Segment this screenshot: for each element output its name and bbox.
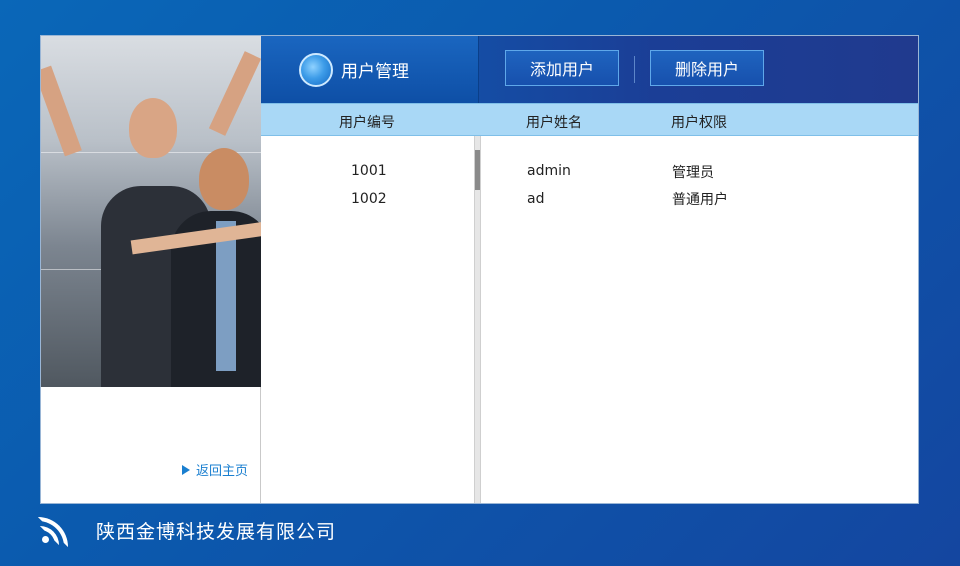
header-bar: 用户管理 添加用户 删除用户: [261, 36, 918, 103]
photo-figure: [216, 221, 236, 371]
column-header-id: 用户编号: [339, 115, 395, 131]
table-header: 用户编号 用户姓名 用户权限: [261, 103, 918, 136]
team-photo: [41, 36, 261, 387]
table-row-role[interactable]: 普通用户: [672, 189, 728, 209]
user-management-logo-icon: [299, 52, 333, 87]
back-home-link[interactable]: 返回主页: [181, 460, 248, 479]
table-row-id[interactable]: 1001: [351, 163, 387, 179]
column-header-role: 用户权限: [671, 115, 727, 131]
left-panel: 返回主页: [41, 36, 261, 503]
delete-user-button[interactable]: 删除用户: [650, 50, 764, 86]
page-title: 用户管理: [341, 62, 409, 82]
photo-figure: [208, 51, 261, 136]
column-header-name: 用户姓名: [526, 115, 582, 131]
footer: 陕西金博科技发展有限公司: [38, 512, 337, 548]
page-title-area: 用户管理: [261, 36, 479, 103]
signal-dot: [42, 536, 49, 543]
table-row-role[interactable]: 管理员: [672, 162, 714, 182]
table-row-id[interactable]: 1002: [351, 191, 387, 207]
play-arrow-icon: [181, 464, 190, 475]
company-name: 陕西金博科技发展有限公司: [96, 520, 337, 543]
photo-figure: [41, 65, 82, 157]
table-row-name[interactable]: admin: [527, 163, 571, 179]
add-user-button[interactable]: 添加用户: [505, 50, 619, 86]
header-divider: [634, 56, 635, 83]
photo-figure: [199, 148, 249, 210]
wireless-signal-icon: [38, 515, 70, 547]
back-home-label: 返回主页: [195, 464, 248, 479]
photo-figure: [129, 98, 177, 158]
user-detail-list: admin 管理员 ad 普通用户: [480, 136, 918, 503]
table-row-name[interactable]: ad: [527, 191, 544, 207]
user-id-list: 1001 1002: [261, 136, 474, 503]
main-window: 返回主页 用户管理 添加用户 删除用户 用户编号 用户姓名 用户权限 1001 …: [40, 35, 919, 504]
